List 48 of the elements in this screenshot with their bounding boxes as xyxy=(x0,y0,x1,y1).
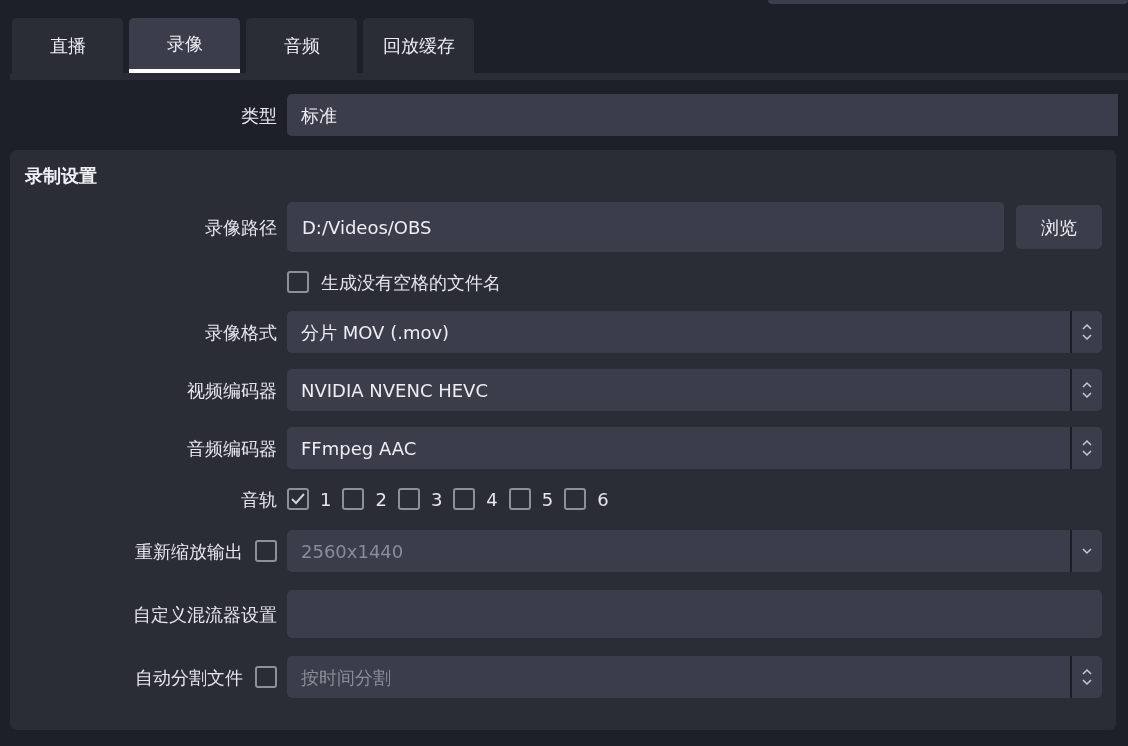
dropdown[interactable]: NVIDIA NVENC HEVC xyxy=(287,369,1102,411)
field-label: 重新缩放输出 xyxy=(135,539,243,564)
checkbox[interactable] xyxy=(453,488,476,510)
track-label: 6 xyxy=(597,487,609,512)
checkbox[interactable] xyxy=(342,488,365,510)
track-label: 2 xyxy=(375,487,387,512)
track-label: 1 xyxy=(320,487,332,512)
group-title: 录制设置 xyxy=(25,164,98,188)
checkbox[interactable] xyxy=(287,271,309,293)
dropdown-value: 标准 xyxy=(301,103,337,128)
spinner-icon xyxy=(1081,322,1093,342)
checkbox[interactable] xyxy=(508,488,531,510)
checkbox[interactable] xyxy=(564,488,587,510)
track-label: 3 xyxy=(430,487,443,512)
tab[interactable]: 回放缓存 xyxy=(363,18,474,73)
tab[interactable]: 录像 xyxy=(129,18,240,73)
dropdown[interactable]: 标准 xyxy=(287,94,1118,136)
tab[interactable]: 音频 xyxy=(246,18,357,73)
spinner-icon xyxy=(1081,380,1093,400)
field-label: 视频编码器 xyxy=(187,378,277,403)
track-label: 4 xyxy=(486,487,498,512)
spinner-icon xyxy=(1081,438,1093,458)
tab[interactable]: 直播 xyxy=(12,18,123,73)
check-icon xyxy=(291,493,305,505)
field-label: 自定义混流器设置 xyxy=(133,602,277,627)
checkbox-label: 生成没有空格的文件名 xyxy=(321,270,501,295)
checkbox[interactable] xyxy=(397,488,420,510)
path-field[interactable]: D:/Videos/OBS xyxy=(287,202,1004,252)
dropdown-value: FFmpeg AAC xyxy=(300,436,418,461)
track-label: 5 xyxy=(541,487,554,512)
input-field[interactable] xyxy=(768,0,1128,4)
dropdown-value: 按时间分割 xyxy=(300,665,392,690)
path-value: D:/Videos/OBS xyxy=(302,215,432,240)
field-label: 录像格式 xyxy=(205,320,277,345)
browse-button[interactable]: 浏览 xyxy=(1016,205,1102,249)
field-label: 录像路径 xyxy=(205,215,277,240)
chevron-down-icon xyxy=(1081,547,1093,555)
dropdown-value: 2560x1440 xyxy=(300,539,405,564)
field-label: 音频编码器 xyxy=(187,436,277,461)
dropdown[interactable]: 分片 MOV (.mov) xyxy=(287,311,1102,353)
field-label: 类型 xyxy=(241,103,277,128)
field-label: 自动分割文件 xyxy=(135,665,243,690)
checkbox[interactable] xyxy=(287,488,309,510)
field-label: 音轨 xyxy=(241,487,277,512)
dropdown-value: 分片 MOV (.mov) xyxy=(300,320,451,345)
dropdown[interactable]: FFmpeg AAC xyxy=(287,427,1102,469)
dropdown-value: NVIDIA NVENC HEVC xyxy=(300,378,489,403)
spinner-icon xyxy=(1081,667,1093,687)
